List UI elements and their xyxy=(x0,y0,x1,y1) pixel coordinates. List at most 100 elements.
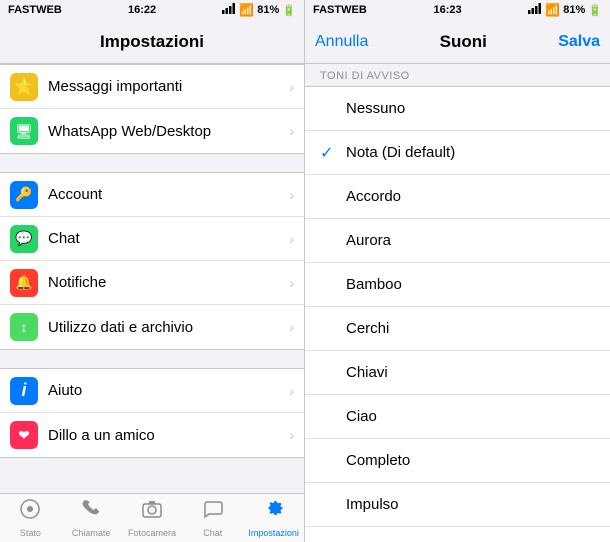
battery-pct-left: 81% xyxy=(257,4,279,16)
status-bar-left: FASTWEB 16:22 📶 81% 🔋 xyxy=(0,0,304,20)
battery-pct-right: 81% xyxy=(563,4,585,16)
settings-item-dillo[interactable]: ❤ Dillo a un amico › xyxy=(0,413,304,457)
settings-item-messaggi[interactable]: ⭐ Messaggi importanti › xyxy=(0,65,304,109)
utilizzo-label: Utilizzo dati e archivio xyxy=(48,319,289,336)
tone-nessuno-label: Nessuno xyxy=(346,100,595,117)
settings-section-2: 🔑 Account › 💬 Chat › 🔔 Notifiche › ↕ Uti… xyxy=(0,172,304,350)
dillo-icon: ❤ xyxy=(10,421,38,449)
section-header: TONI DI AVVISO xyxy=(305,64,610,86)
tone-bamboo-label: Bamboo xyxy=(346,276,595,293)
impostazioni-label: Impostazioni xyxy=(248,528,299,538)
tone-nota[interactable]: ✓ Nota (Di default) xyxy=(305,131,610,175)
tone-impulso[interactable]: Impulso xyxy=(305,483,610,527)
tones-section: Nessuno ✓ Nota (Di default) Accordo Auro… xyxy=(305,86,610,542)
tone-impulso-label: Impulso xyxy=(346,496,595,513)
settings-section-3: i Aiuto › ❤ Dillo a un amico › xyxy=(0,368,304,458)
settings-item-whatsapp-web[interactable]: 🖥 WhatsApp Web/Desktop › xyxy=(0,109,304,153)
sounds-title: Suoni xyxy=(440,32,487,52)
settings-item-account[interactable]: 🔑 Account › xyxy=(0,173,304,217)
stato-label: Stato xyxy=(20,528,41,538)
chevron-account: › xyxy=(289,187,294,203)
tab-bar-left: Stato Chiamate Fotocamera xyxy=(0,493,304,542)
nav-bar-right: Annulla Suoni Salva xyxy=(305,20,610,64)
fotocamera-icon xyxy=(141,498,163,526)
chat-tab-icon xyxy=(202,498,224,526)
chat-tab-label: Chat xyxy=(203,528,222,538)
tone-cerchi-label: Cerchi xyxy=(346,320,595,337)
chevron-messaggi: › xyxy=(289,79,294,95)
carrier-right: FASTWEB xyxy=(313,4,367,16)
tone-input[interactable]: Input xyxy=(305,527,610,542)
tone-aurora-label: Aurora xyxy=(346,232,595,249)
tone-ciao[interactable]: Ciao xyxy=(305,395,610,439)
cancel-button[interactable]: Annulla xyxy=(315,33,368,51)
battery-icon-left: 🔋 xyxy=(282,4,296,17)
settings-section-1: ⭐ Messaggi importanti › 🖥 WhatsApp Web/D… xyxy=(0,64,304,154)
tone-bamboo[interactable]: Bamboo xyxy=(305,263,610,307)
settings-list: ⭐ Messaggi importanti › 🖥 WhatsApp Web/D… xyxy=(0,64,304,493)
settings-item-utilizzo[interactable]: ↕ Utilizzo dati e archivio › xyxy=(0,305,304,349)
messaggi-icon: ⭐ xyxy=(10,73,38,101)
dillo-label: Dillo a un amico xyxy=(48,427,289,444)
chiamate-icon xyxy=(80,498,102,526)
time-right: 16:23 xyxy=(433,4,461,16)
nav-bar-left: Impostazioni xyxy=(0,20,304,64)
messaggi-label: Messaggi importanti xyxy=(48,78,289,95)
impostazioni-icon xyxy=(263,498,285,526)
tones-list: TONI DI AVVISO Nessuno ✓ Nota (Di defaul… xyxy=(305,64,610,542)
chiamate-label: Chiamate xyxy=(72,528,111,538)
chat-icon: 💬 xyxy=(10,225,38,253)
utilizzo-icon: ↕ xyxy=(10,313,38,341)
sounds-panel: FASTWEB 16:23 📶 81% 🔋 Annulla Suoni Salv… xyxy=(305,0,610,542)
settings-item-aiuto[interactable]: i Aiuto › xyxy=(0,369,304,413)
icons-right: 📶 81% 🔋 xyxy=(528,3,602,17)
tone-nota-label: Nota (Di default) xyxy=(346,144,595,161)
fotocamera-label: Fotocamera xyxy=(128,528,176,538)
tab-chat[interactable]: Chat xyxy=(182,498,243,538)
chevron-aiuto: › xyxy=(289,383,294,399)
tab-chiamate[interactable]: Chiamate xyxy=(61,498,122,538)
tone-cerchi[interactable]: Cerchi xyxy=(305,307,610,351)
tone-nessuno[interactable]: Nessuno xyxy=(305,87,610,131)
wifi-icon: 📶 xyxy=(239,3,254,17)
tone-chiavi-label: Chiavi xyxy=(346,364,595,381)
tone-ciao-label: Ciao xyxy=(346,408,595,425)
signal-icon xyxy=(222,3,236,17)
check-nota: ✓ xyxy=(320,143,336,163)
tone-accordo[interactable]: Accordo xyxy=(305,175,610,219)
status-bar-right: FASTWEB 16:23 📶 81% 🔋 xyxy=(305,0,610,20)
save-button[interactable]: Salva xyxy=(558,33,600,51)
account-icon: 🔑 xyxy=(10,181,38,209)
notifiche-label: Notifiche xyxy=(48,274,289,291)
chevron-chat: › xyxy=(289,231,294,247)
settings-item-chat[interactable]: 💬 Chat › xyxy=(0,217,304,261)
chevron-utilizzo: › xyxy=(289,319,294,335)
chevron-whatsapp-web: › xyxy=(289,123,294,139)
signal-right-icon xyxy=(528,3,542,17)
tab-fotocamera[interactable]: Fotocamera xyxy=(122,498,183,538)
chevron-dillo: › xyxy=(289,427,294,443)
settings-panel: FASTWEB 16:22 📶 81% 🔋 Impostazioni ⭐ Mes… xyxy=(0,0,305,542)
settings-item-notifiche[interactable]: 🔔 Notifiche › xyxy=(0,261,304,305)
tab-stato[interactable]: Stato xyxy=(0,498,61,538)
wifi-right-icon: 📶 xyxy=(545,3,560,17)
carrier-left: FASTWEB xyxy=(8,4,62,16)
time-left: 16:22 xyxy=(128,4,156,16)
tone-chiavi[interactable]: Chiavi xyxy=(305,351,610,395)
chat-label: Chat xyxy=(48,230,289,247)
account-label: Account xyxy=(48,186,289,203)
whatsapp-web-label: WhatsApp Web/Desktop xyxy=(48,123,289,140)
icons-left: 📶 81% 🔋 xyxy=(222,3,296,17)
tone-aurora[interactable]: Aurora xyxy=(305,219,610,263)
tab-impostazioni[interactable]: Impostazioni xyxy=(243,498,304,538)
settings-title: Impostazioni xyxy=(100,32,204,52)
tone-completo-label: Completo xyxy=(346,452,595,469)
aiuto-icon: i xyxy=(10,377,38,405)
whatsapp-web-icon: 🖥 xyxy=(10,117,38,145)
tone-completo[interactable]: Completo xyxy=(305,439,610,483)
chevron-notifiche: › xyxy=(289,275,294,291)
notifiche-icon: 🔔 xyxy=(10,269,38,297)
battery-right-icon: 🔋 xyxy=(588,4,602,17)
tone-accordo-label: Accordo xyxy=(346,188,595,205)
aiuto-label: Aiuto xyxy=(48,382,289,399)
